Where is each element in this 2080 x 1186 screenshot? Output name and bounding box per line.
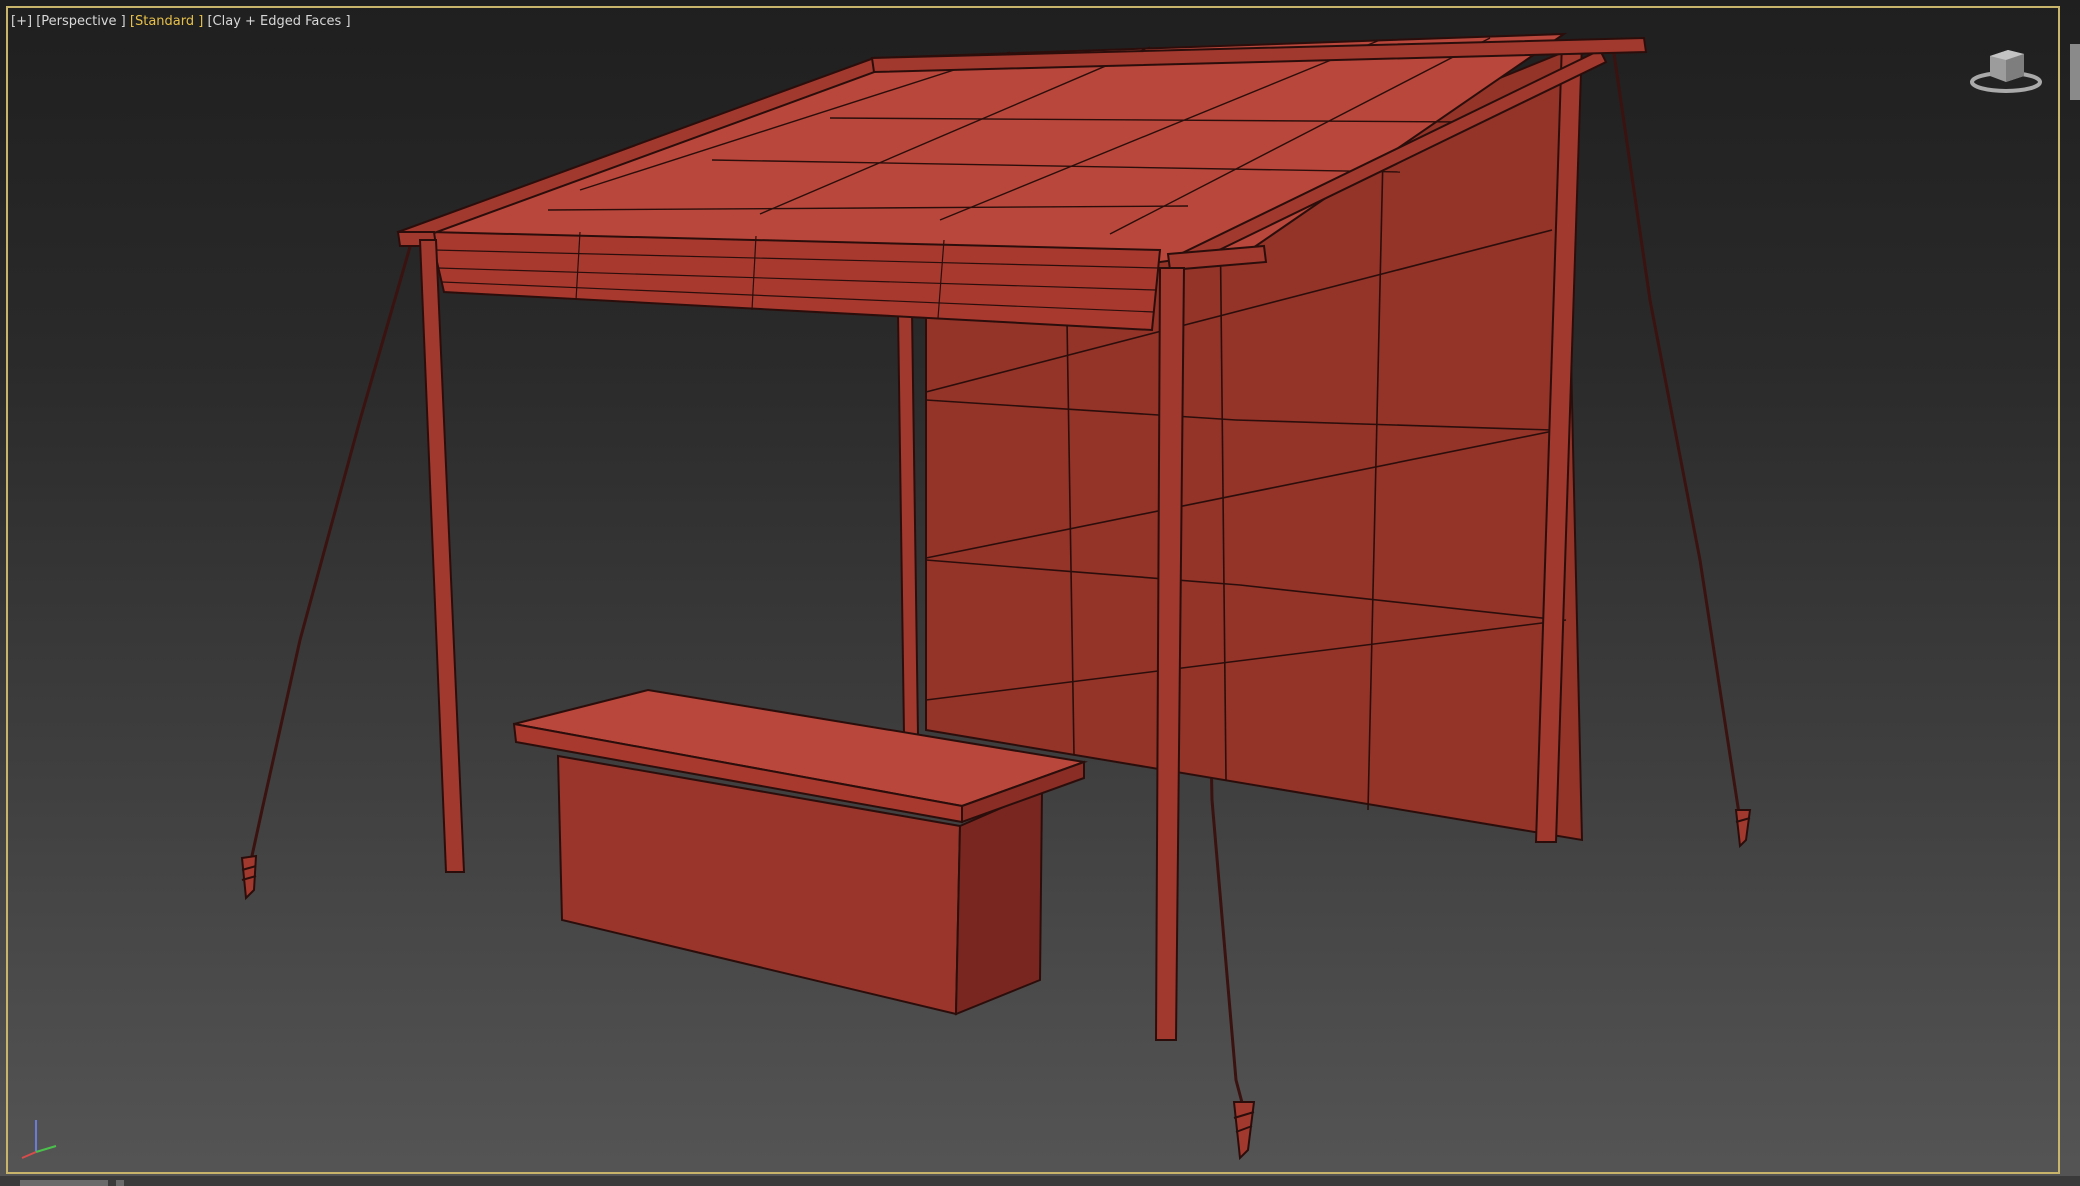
timeline-tab-small[interactable] — [116, 1180, 124, 1186]
perspective-viewport[interactable]: [+] [Perspective ] [Standard ] [Clay + E… — [0, 0, 2080, 1186]
rope-left — [248, 239, 414, 866]
viewport-scrollbar[interactable] — [2070, 44, 2080, 100]
timeline-tab[interactable] — [20, 1180, 108, 1186]
front-right-post — [1154, 267, 1186, 1041]
back-post — [896, 311, 920, 736]
viewcube-icon[interactable] — [1968, 42, 2044, 96]
stake-right — [1734, 809, 1752, 849]
scene-canvas[interactable] — [0, 0, 2080, 1186]
bottom-timeline-bar — [0, 1176, 2080, 1186]
counter-side — [954, 788, 1044, 1016]
front-left-post — [418, 239, 466, 873]
stake-left — [240, 854, 258, 901]
axis-gizmo-icon — [21, 1120, 57, 1159]
rope-back-right — [1610, 39, 1742, 821]
viewport-view-menu[interactable]: [Perspective ] — [36, 14, 126, 29]
viewport-display-menu[interactable]: [Clay + Edged Faces ] — [207, 14, 350, 29]
stake-front — [1232, 1101, 1256, 1161]
viewport-shading-menu[interactable]: [Standard ] — [130, 14, 203, 29]
rolled-awning — [428, 230, 1162, 332]
viewport-menu-plus[interactable]: [+] — [11, 14, 32, 29]
viewport-label: [+] [Perspective ] [Standard ] [Clay + E… — [11, 14, 351, 29]
